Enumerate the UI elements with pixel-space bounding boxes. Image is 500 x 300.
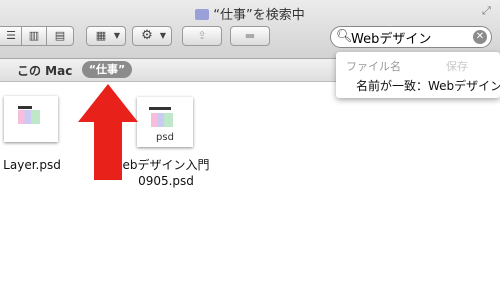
list-view-icon[interactable]: ☰ (1, 27, 21, 45)
share-icon: ⇪ (197, 29, 207, 42)
suggestion-category: ファイル名 (346, 60, 401, 73)
action-button[interactable]: ⚙ ▼ (132, 26, 172, 46)
grid-icon: ▦ (95, 29, 107, 42)
search-input[interactable] (351, 29, 469, 45)
toolbar-area: “仕事”を検索中 ⤢ ☰ ▥ ▤ ▦ ▼ ⚙ ▼ ⇪ ▬ 🔍︎ ✕ (0, 0, 500, 59)
scope-tag-token[interactable]: “仕事” (82, 61, 132, 78)
folder-icon (195, 9, 210, 20)
coverflow-view-icon[interactable]: ▤ (47, 27, 73, 45)
file-ext-label: psd (156, 132, 174, 143)
search-field[interactable]: 🔍︎ ✕ (330, 26, 492, 48)
suggestion-item[interactable]: 名前が一致：Webデザイン (356, 77, 500, 94)
arrange-button[interactable]: ▦ ▼ (86, 26, 126, 46)
view-mode-control[interactable]: ☰ ▥ ▤ (0, 26, 74, 46)
column-view-icon[interactable]: ▥ (22, 27, 46, 45)
fullscreen-icon[interactable]: ⤢ (482, 4, 494, 17)
tag-button[interactable]: ▬ (230, 26, 270, 46)
save-search-button[interactable]: 保存 (446, 58, 468, 74)
red-arrow-annotation (78, 84, 138, 180)
search-suggestions-popup: ファイル名 保存 名前が一致：Webデザイン (336, 52, 500, 98)
scope-this-mac[interactable]: この Mac (17, 62, 72, 79)
window-title: “仕事”を検索中 (0, 4, 500, 23)
file-name[interactable]: Layer.psd (0, 157, 64, 173)
tag-icon: ▬ (244, 29, 256, 42)
gear-icon: ⚙ (141, 28, 153, 43)
chevron-down-icon: ▼ (113, 31, 121, 40)
file-thumbnail[interactable] (4, 96, 58, 142)
share-button[interactable]: ⇪ (182, 26, 222, 46)
file-thumbnail[interactable]: psd (137, 97, 193, 147)
clear-icon[interactable]: ✕ (473, 30, 487, 44)
chevron-down-icon: ▼ (159, 31, 167, 40)
